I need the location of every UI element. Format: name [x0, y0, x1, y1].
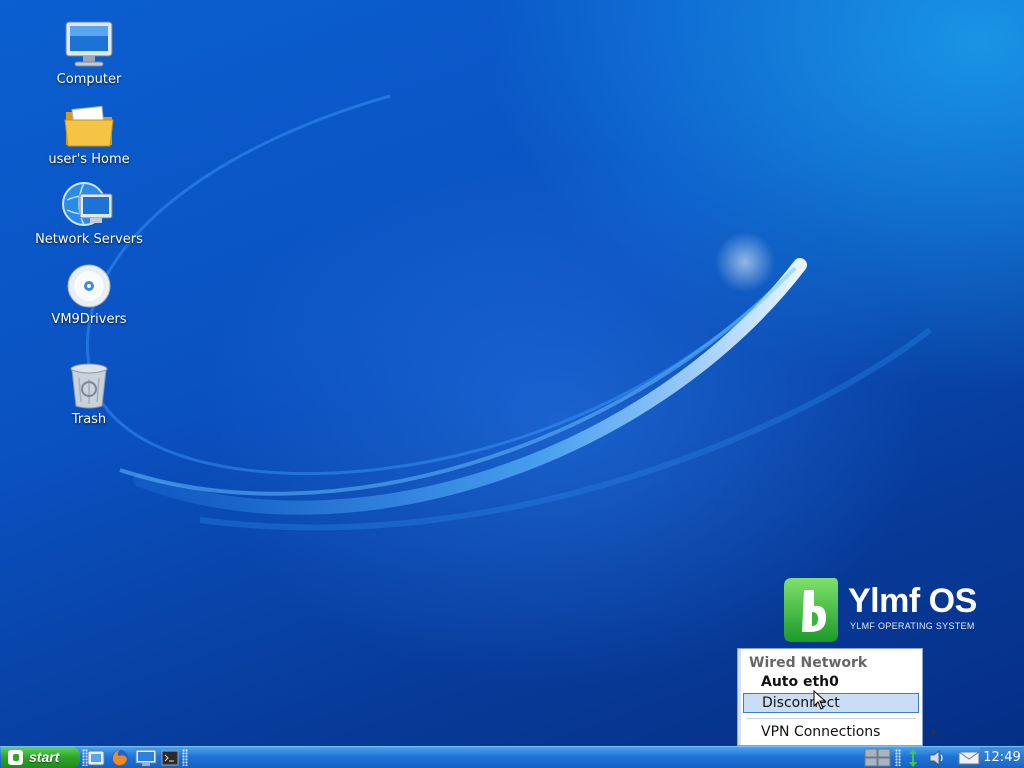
desktop-icon-vm9drivers[interactable]: VM9Drivers [24, 262, 154, 327]
submenu-arrow-icon: ▸ [931, 727, 937, 738]
trash-icon [70, 363, 108, 409]
workspace-switcher-icon[interactable] [864, 748, 892, 768]
taskbar-grip [895, 749, 901, 766]
start-label: start [29, 749, 60, 765]
taskbar: start 12:49 [0, 746, 1024, 768]
network-menu: Wired Network Auto eth0 Disconnect VPN C… [737, 648, 937, 746]
network-icon [62, 182, 113, 226]
menu-item-auto-eth0[interactable]: Auto eth0 [738, 672, 945, 693]
desktop-icon-home[interactable]: user's Home [24, 102, 154, 167]
desktop-icon-label: Trash [71, 412, 107, 427]
network-icon[interactable] [904, 748, 922, 768]
computer-icon [65, 21, 113, 67]
clock[interactable]: 12:49 [980, 747, 1024, 768]
mail-icon[interactable] [958, 750, 980, 766]
menu-item-vpn-connections[interactable]: VPN Connections ▸ [738, 722, 945, 743]
desktop-icon-label: VM9Drivers [51, 312, 127, 327]
desktop-icon-label: user's Home [48, 152, 130, 167]
menu-item-label: VPN Connections [761, 724, 881, 740]
desktop-icon[interactable] [134, 748, 158, 768]
desktop-icon-label: Computer [56, 72, 122, 87]
taskbar-grip[interactable] [182, 749, 188, 766]
desktop-icon-label: Network Servers [35, 232, 143, 247]
start-logo-icon [8, 750, 23, 765]
menu-separator [746, 718, 916, 719]
folder-icon [64, 105, 114, 147]
mouse-cursor-icon [813, 690, 827, 710]
brand-subtitle: YLMF OPERATING SYSTEM [850, 621, 975, 631]
files-icon[interactable] [86, 748, 106, 768]
desktop-icon-trash[interactable]: Trash [24, 362, 154, 427]
menu-header-wired-network: Wired Network [749, 655, 868, 671]
cd-icon [67, 264, 111, 308]
menu-item-disconnect[interactable]: Disconnect [743, 693, 919, 713]
desktop[interactable]: Computer user's Home Network Servers VM9… [0, 0, 1024, 746]
firefox-icon[interactable] [110, 748, 130, 768]
brand-title: Ylmf OS [848, 582, 977, 620]
desktop-icon-computer[interactable]: Computer [24, 20, 154, 87]
terminal-icon[interactable] [160, 748, 180, 768]
start-button[interactable]: start [1, 747, 80, 768]
volume-icon[interactable] [928, 749, 946, 767]
desktop-icon-network-servers[interactable]: Network Servers [24, 180, 154, 247]
